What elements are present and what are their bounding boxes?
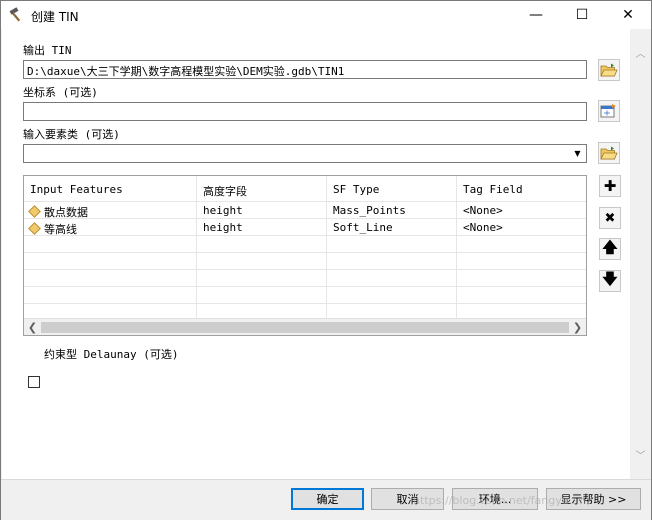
cell-height-field[interactable]: height <box>197 202 327 219</box>
cell-sf-type[interactable]: Soft_Line <box>327 219 457 236</box>
output-tin-field[interactable]: D:\daxue\大三下学期\数字高程模型实验\DEM实验.gdb\TIN1 <box>23 60 587 79</box>
feature-layer-icon <box>28 205 41 218</box>
scroll-up-icon[interactable]: ︿ <box>630 43 651 61</box>
input-features-combobox[interactable] <box>23 144 587 163</box>
empty-row <box>24 253 586 270</box>
empty-cell <box>24 287 197 304</box>
empty-cell <box>327 236 457 253</box>
empty-cell <box>197 236 327 253</box>
cell-height-field[interactable]: height <box>197 219 327 236</box>
remove-icon: ✖ <box>604 210 616 226</box>
close-button[interactable]: ✕ <box>605 1 651 29</box>
cell-input-features: 等高线 <box>24 219 197 236</box>
feature-layer-icon <box>28 222 41 235</box>
empty-row <box>24 287 586 304</box>
column-header-height-field[interactable]: 高度字段 <box>197 176 327 202</box>
maximize-button[interactable]: ☐ <box>559 1 605 29</box>
empty-row <box>24 236 586 253</box>
dialog-vertical-scrollbar[interactable]: ︿ ﹀ <box>630 29 651 479</box>
folder-open-icon[interactable] <box>598 59 620 81</box>
cell-text: 散点数据 <box>44 206 88 219</box>
output-tin-label: 输出 TIN <box>23 44 72 57</box>
minimize-button[interactable]: — <box>513 1 559 29</box>
dialog-content: 输出 TIN D:\daxue\大三下学期\数字高程模型实验\DEM实验.gdb… <box>2 29 630 479</box>
ok-button[interactable]: 确定 <box>291 488 364 510</box>
input-features-table[interactable]: Input Features 高度字段 SF Type Tag Field 散点… <box>23 175 587 336</box>
table-header: Input Features 高度字段 SF Type Tag Field <box>24 176 586 202</box>
move-up-icon: 🡅 <box>602 237 618 256</box>
dropdown-arrow-icon[interactable]: ▼ <box>569 145 586 162</box>
cell-sf-type[interactable]: Mass_Points <box>327 202 457 219</box>
column-header-tag-field[interactable]: Tag Field <box>457 176 586 202</box>
cell-tag-field[interactable]: <None> <box>457 202 586 219</box>
table-horizontal-scrollbar[interactable]: ❮ ❯ <box>24 318 586 335</box>
scroll-right-icon[interactable]: ❯ <box>569 319 586 335</box>
table-row[interactable]: 散点数据 height Mass_Points <None> <box>24 202 586 219</box>
empty-row <box>24 270 586 287</box>
window-title: 创建 TIN <box>31 10 79 24</box>
title-bar: 创建 TIN — ☐ ✕ <box>1 1 651 29</box>
delaunay-label: 约束型 Delaunay (可选) <box>44 348 179 361</box>
cell-tag-field[interactable]: <None> <box>457 219 586 236</box>
empty-cell <box>327 253 457 270</box>
cancel-button[interactable]: 取消 <box>371 488 444 510</box>
show-help-button[interactable]: 显示帮助 >> <box>546 488 641 510</box>
remove-row-button[interactable]: ✖ <box>599 207 621 229</box>
empty-cell <box>327 270 457 287</box>
input-features-label: 输入要素类 (可选) <box>23 128 120 141</box>
table-row[interactable]: 等高线 height Soft_Line <None> <box>24 219 586 236</box>
add-icon: ✚ <box>603 177 617 195</box>
empty-cell <box>24 253 197 270</box>
add-row-button[interactable]: ✚ <box>599 175 621 197</box>
coordinate-system-field[interactable] <box>23 102 587 121</box>
create-tin-dialog: 创建 TIN — ☐ ✕ 输出 TIN D:\daxue\大三下学期\数字高程模… <box>0 0 652 520</box>
scrollbar-thumb[interactable] <box>41 322 569 333</box>
environments-button[interactable]: 环境... <box>452 488 538 510</box>
button-bar: 确定 取消 环境... 显示帮助 >> https://blog.csdn.ne… <box>1 479 651 520</box>
cell-input-features: 散点数据 <box>24 202 197 219</box>
scroll-down-icon[interactable]: ﹀ <box>630 445 651 463</box>
empty-cell <box>197 287 327 304</box>
spatial-reference-icon[interactable] <box>598 100 620 122</box>
cell-text: 等高线 <box>44 223 77 236</box>
empty-cell <box>197 270 327 287</box>
move-down-icon: 🡇 <box>602 269 618 288</box>
empty-cell <box>24 270 197 287</box>
column-header-input-features[interactable]: Input Features <box>24 176 197 202</box>
hammer-icon <box>9 7 25 23</box>
coordinate-system-label: 坐标系 (可选) <box>23 86 98 99</box>
delaunay-checkbox[interactable] <box>28 376 40 388</box>
scroll-left-icon[interactable]: ❮ <box>24 319 41 335</box>
empty-cell <box>197 253 327 270</box>
move-down-button[interactable]: 🡇 <box>599 270 621 292</box>
folder-open-icon[interactable] <box>598 142 620 164</box>
empty-cell <box>327 287 457 304</box>
empty-cell <box>24 236 197 253</box>
move-up-button[interactable]: 🡅 <box>599 238 621 260</box>
column-header-sf-type[interactable]: SF Type <box>327 176 457 202</box>
